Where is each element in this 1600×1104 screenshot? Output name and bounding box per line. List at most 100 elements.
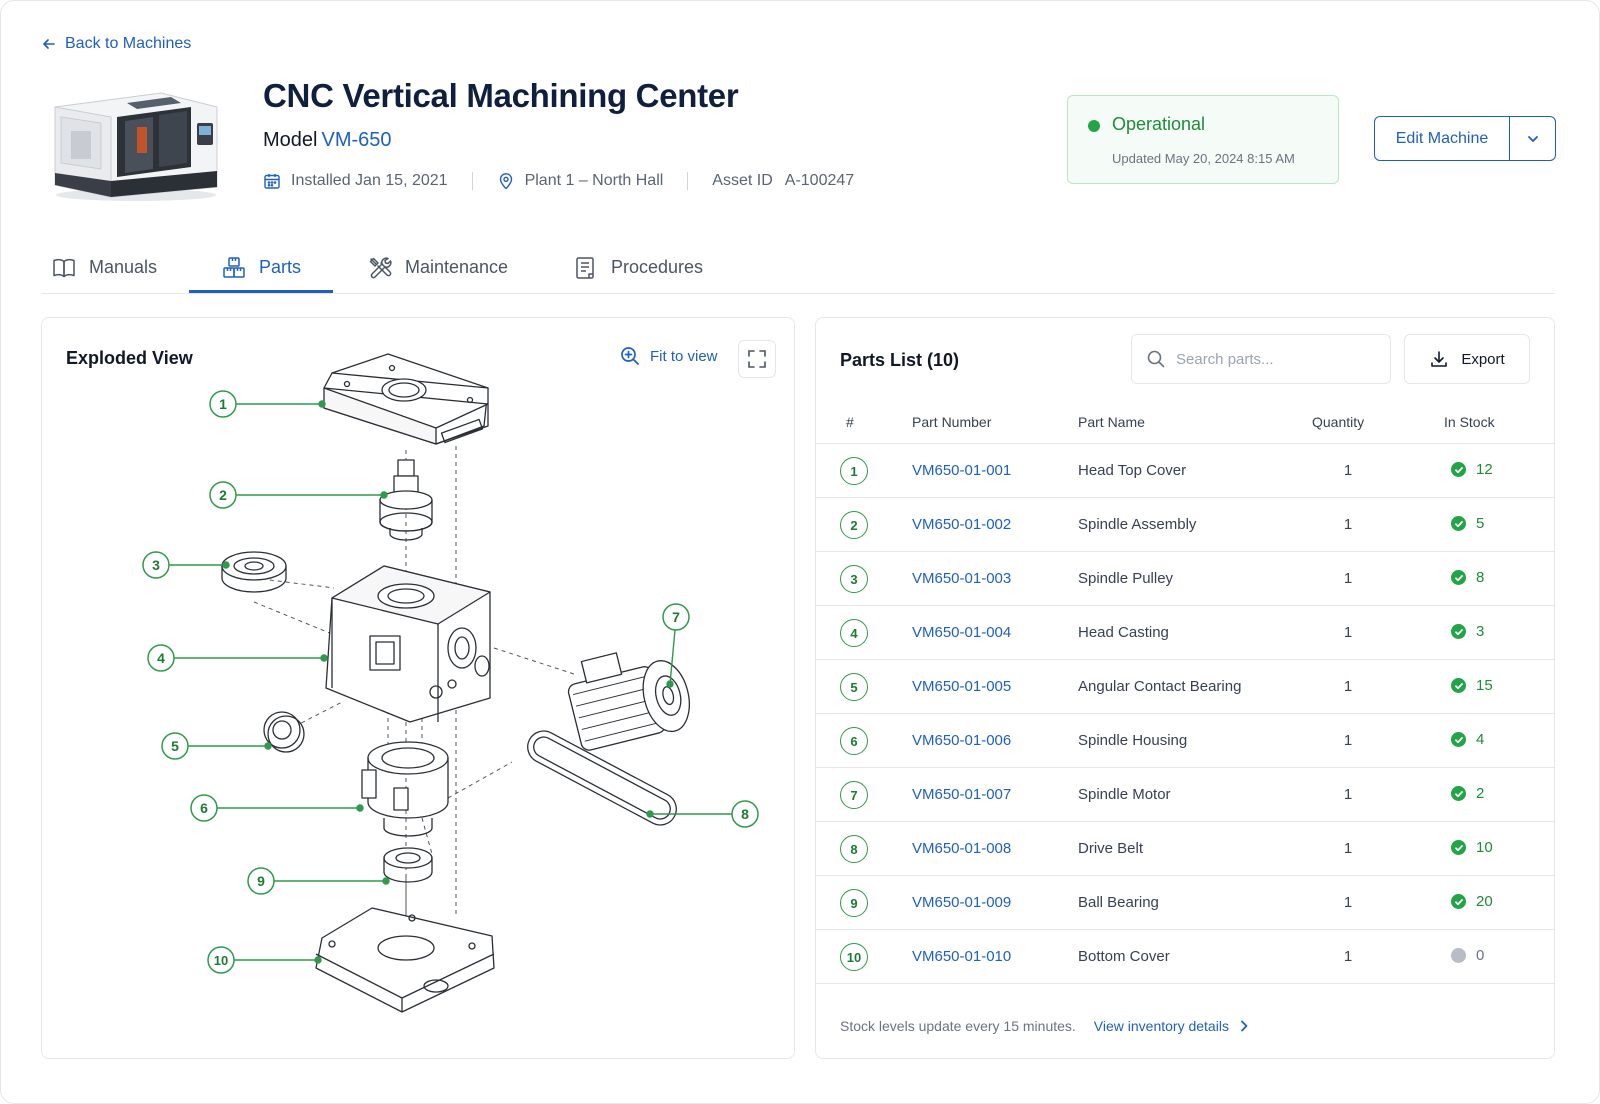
- part-quantity: 1: [1343, 732, 1353, 749]
- table-row[interactable]: 9 VM650-01-009 Ball Bearing 1 20: [816, 876, 1554, 930]
- column-header-part-number[interactable]: Part Number: [912, 414, 991, 430]
- tab-parts[interactable]: Parts: [221, 241, 301, 294]
- table-row[interactable]: 3 VM650-01-003 Spindle Pulley 1 8: [816, 552, 1554, 606]
- row-callout-number: 9: [840, 889, 868, 917]
- column-header-in-stock[interactable]: In Stock: [1444, 414, 1495, 430]
- part-quantity: 1: [1343, 948, 1353, 965]
- table-row[interactable]: 4 VM650-01-004 Head Casting 1 3: [816, 606, 1554, 660]
- part-number-link[interactable]: VM650-01-009: [912, 894, 1011, 911]
- parts-list-panel: Parts List (10) Export # Part Number Par…: [815, 317, 1555, 1059]
- part-number-link[interactable]: VM650-01-006: [912, 732, 1011, 749]
- part-number-link[interactable]: VM650-01-007: [912, 786, 1011, 803]
- installed-date: Installed Jan 15, 2021: [263, 172, 448, 190]
- callout-5[interactable]: 5: [161, 732, 189, 760]
- part-number-link[interactable]: VM650-01-002: [912, 516, 1011, 533]
- column-header-number[interactable]: #: [846, 414, 854, 430]
- calendar-icon: [264, 174, 280, 189]
- part-number-link[interactable]: VM650-01-008: [912, 840, 1011, 857]
- table-row[interactable]: 6 VM650-01-006 Spindle Housing 1 4: [816, 714, 1554, 768]
- stock-count: 8: [1476, 569, 1485, 586]
- callout-1[interactable]: 1: [209, 390, 237, 418]
- machine-meta: Installed Jan 15, 2021 Plant 1 – North H…: [263, 169, 854, 193]
- svg-text:8: 8: [741, 806, 749, 822]
- stock-count: 0: [1476, 947, 1485, 964]
- view-inventory-link[interactable]: View inventory details: [1094, 1018, 1251, 1034]
- callout-9[interactable]: 9: [247, 867, 275, 895]
- callout-7[interactable]: 7: [662, 603, 690, 631]
- part-name: Spindle Pulley: [1078, 570, 1174, 587]
- part-number-link[interactable]: VM650-01-004: [912, 624, 1011, 641]
- edit-machine-dropdown-button[interactable]: [1509, 117, 1555, 160]
- callout-6[interactable]: 6: [190, 794, 218, 822]
- tab-manuals[interactable]: Manuals: [51, 241, 157, 294]
- part-name: Spindle Motor: [1078, 786, 1171, 803]
- part-quantity: 1: [1343, 516, 1353, 533]
- part-name: Angular Contact Bearing: [1078, 678, 1242, 695]
- search-parts-box: [1131, 334, 1391, 384]
- stock-status: 12: [1451, 461, 1493, 478]
- exploded-view-panel: 1 2 3 4 5 6 7 8 9 10 Exploded View Fit t…: [41, 317, 795, 1059]
- parts-list-title: Parts List (10): [840, 350, 960, 370]
- table-row[interactable]: 2 VM650-01-002 Spindle Assembly 1 5: [816, 498, 1554, 552]
- table-row[interactable]: 8 VM650-01-008 Drive Belt 1 10: [816, 822, 1554, 876]
- part-name: Drive Belt: [1078, 840, 1144, 857]
- stock-count: 2: [1476, 785, 1485, 802]
- column-header-quantity[interactable]: Quantity: [1312, 414, 1364, 430]
- status-card: Operational Updated May 20, 2024 8:15 AM: [1067, 95, 1339, 184]
- row-callout-number: 6: [840, 727, 868, 755]
- callout-8[interactable]: 8: [731, 800, 759, 828]
- machine-thumbnail: [54, 92, 218, 201]
- back-to-machines-link[interactable]: Back to Machines: [41, 35, 191, 53]
- stock-status: 2: [1451, 785, 1484, 802]
- part-quantity: 1: [1343, 678, 1353, 695]
- callout-10[interactable]: 10: [207, 946, 235, 974]
- check-circle-icon: [1451, 678, 1466, 693]
- callout-3[interactable]: 3: [142, 551, 170, 579]
- meta-divider: [471, 172, 473, 190]
- meta-divider: [687, 172, 689, 190]
- row-callout-number: 5: [840, 673, 868, 701]
- status-label: Operational: [1112, 114, 1206, 134]
- stock-count: 20: [1476, 893, 1493, 910]
- stock-update-note: Stock levels update every 15 minutes.: [840, 1018, 1076, 1034]
- chevron-down-icon: [1527, 135, 1538, 142]
- table-row[interactable]: 7 VM650-01-007 Spindle Motor 1 2: [816, 768, 1554, 822]
- search-parts-input[interactable]: [1176, 350, 1376, 368]
- exploded-view-diagram[interactable]: 1 2 3 4 5 6 7 8 9 10: [42, 318, 796, 1060]
- callout-2[interactable]: 2: [209, 481, 237, 509]
- part-number-link[interactable]: VM650-01-005: [912, 678, 1011, 695]
- row-callout-number: 2: [840, 511, 868, 539]
- page-title: CNC Vertical Machining Center: [263, 77, 739, 114]
- part-number-link[interactable]: VM650-01-003: [912, 570, 1011, 587]
- svg-text:4: 4: [157, 650, 165, 666]
- part-number-link[interactable]: VM650-01-001: [912, 462, 1011, 479]
- check-circle-icon: [1451, 624, 1466, 639]
- stock-count: 4: [1476, 731, 1485, 748]
- edit-machine-button[interactable]: Edit Machine: [1375, 117, 1509, 160]
- part-name: Spindle Assembly: [1078, 516, 1197, 533]
- svg-text:6: 6: [200, 800, 208, 816]
- check-circle-icon: [1451, 894, 1466, 909]
- tab-maintenance[interactable]: Maintenance: [367, 241, 508, 294]
- row-callout-number: 8: [840, 835, 868, 863]
- model-link[interactable]: VM-650: [321, 129, 391, 151]
- callout-4[interactable]: 4: [147, 644, 175, 672]
- column-header-part-name[interactable]: Part Name: [1078, 414, 1145, 430]
- stock-count: 5: [1476, 515, 1485, 532]
- table-row[interactable]: 1 VM650-01-001 Head Top Cover 1 12: [816, 444, 1554, 498]
- table-row[interactable]: 10 VM650-01-010 Bottom Cover 1 0: [816, 930, 1554, 984]
- part-number-link[interactable]: VM650-01-010: [912, 948, 1011, 965]
- parts-icon: [223, 256, 245, 278]
- table-row[interactable]: 5 VM650-01-005 Angular Contact Bearing 1 15: [816, 660, 1554, 714]
- fullscreen-button[interactable]: [738, 340, 776, 378]
- status-updated: Updated May 20, 2024 8:15 AM: [1112, 151, 1295, 166]
- part-quantity: 1: [1343, 570, 1353, 587]
- parts-table-header: # Part Number Part Name Quantity In Stoc…: [816, 398, 1554, 444]
- parts-table-body: 1 VM650-01-001 Head Top Cover 1 12 2 VM650-01-…: [816, 444, 1554, 984]
- export-button[interactable]: Export: [1404, 334, 1530, 384]
- stock-status: 0: [1451, 947, 1484, 964]
- check-circle-icon: [1451, 516, 1466, 531]
- machine-detail-page: Back to Machines CNC Vertical Machining …: [0, 0, 1600, 1104]
- fit-to-view-button[interactable]: Fit to view: [620, 346, 718, 366]
- tab-procedures[interactable]: Procedures: [573, 241, 703, 294]
